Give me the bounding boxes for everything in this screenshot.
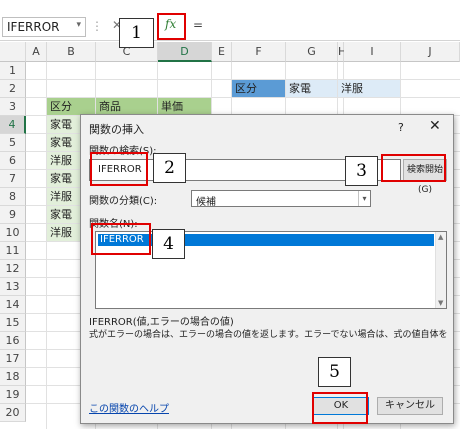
cell-g2[interactable]: 家電 (286, 80, 337, 97)
column-header-d[interactable]: D (158, 42, 212, 62)
row-header-19[interactable]: 19 (0, 386, 26, 404)
row-header-18[interactable]: 18 (0, 368, 26, 386)
select-all-corner[interactable] (0, 42, 26, 62)
category-select[interactable]: 候補 ▾ (191, 190, 371, 208)
category-select-value: 候補 (196, 197, 216, 208)
row-header-9[interactable]: 9 (0, 206, 26, 224)
row-header-2[interactable]: 2 (0, 80, 26, 98)
column-header-j[interactable]: J (401, 42, 460, 62)
column-header-i[interactable]: I (344, 42, 401, 62)
scroll-up-icon[interactable]: ▲ (438, 233, 443, 241)
chevron-down-icon[interactable]: ▾ (358, 191, 370, 206)
row-header-3[interactable]: 3 (0, 98, 26, 116)
column-header-b[interactable]: B (47, 42, 96, 62)
row-header-16[interactable]: 16 (0, 332, 26, 350)
row-header-6[interactable]: 6 (0, 152, 26, 170)
cell-b3[interactable]: 区分 (47, 98, 95, 115)
row-header-10[interactable]: 10 (0, 224, 26, 242)
column-header-f[interactable]: F (232, 42, 286, 62)
column-header-a[interactable]: A (26, 42, 47, 62)
cell-f2[interactable]: 区分 (232, 80, 285, 97)
formula-bar-separator: ⋮ (91, 19, 103, 33)
help-icon[interactable]: ? (398, 121, 404, 134)
row-header-14[interactable]: 14 (0, 296, 26, 314)
chevron-down-icon[interactable]: ▾ (76, 20, 81, 30)
dialog-title: 関数の挿入 (89, 123, 144, 136)
row-header-20[interactable]: 20 (0, 404, 26, 422)
row-header-5[interactable]: 5 (0, 134, 26, 152)
row-header-13[interactable]: 13 (0, 278, 26, 296)
row-header-1[interactable]: 1 (0, 62, 26, 80)
function-help-link[interactable]: この関数のヘルプ (89, 400, 169, 415)
list-scrollbar[interactable]: ▲ ▼ (435, 232, 446, 308)
callout-4: 4 (152, 229, 185, 259)
row-header-17[interactable]: 17 (0, 350, 26, 368)
column-header-e[interactable]: E (212, 42, 232, 62)
close-icon[interactable]: ✕ (429, 118, 441, 134)
row-header-12[interactable]: 12 (0, 260, 26, 278)
callout-1: 1 (119, 18, 154, 48)
cell-c3[interactable]: 商品 (96, 98, 157, 115)
function-signature: IFERROR(値,エラーの場合の値) (89, 317, 234, 328)
name-box-value: IFERROR (7, 20, 60, 34)
cell-d3[interactable]: 単価 (158, 98, 211, 115)
row-header-7[interactable]: 7 (0, 170, 26, 188)
row-header-11[interactable]: 11 (0, 242, 26, 260)
callout-5: 5 (318, 357, 351, 387)
callout-2: 2 (153, 153, 186, 183)
row-header-4[interactable]: 4 (0, 116, 26, 134)
highlight-function-item (91, 223, 151, 255)
callout-3: 3 (345, 156, 378, 186)
highlight-ok-button (312, 392, 368, 424)
row-header-8[interactable]: 8 (0, 188, 26, 206)
formula-bar-divider (0, 40, 460, 41)
highlight-search-input (90, 152, 148, 186)
category-label: 関数の分類(C): (89, 196, 158, 207)
cancel-button[interactable]: キャンセル (377, 397, 443, 415)
scroll-down-icon[interactable]: ▼ (438, 299, 443, 307)
row-header-15[interactable]: 15 (0, 314, 26, 332)
column-header-g[interactable]: G (286, 42, 338, 62)
formula-equals: = (193, 18, 204, 32)
highlight-search-button (381, 154, 446, 182)
highlight-fx-button (157, 13, 186, 40)
cell-i2[interactable]: 洋服 (338, 80, 400, 97)
name-box[interactable]: IFERROR ▾ (2, 17, 86, 37)
function-description: 式がエラーの場合は、エラーの場合の値を返します。エラーでない場合は、式の値自体を… (89, 330, 447, 340)
